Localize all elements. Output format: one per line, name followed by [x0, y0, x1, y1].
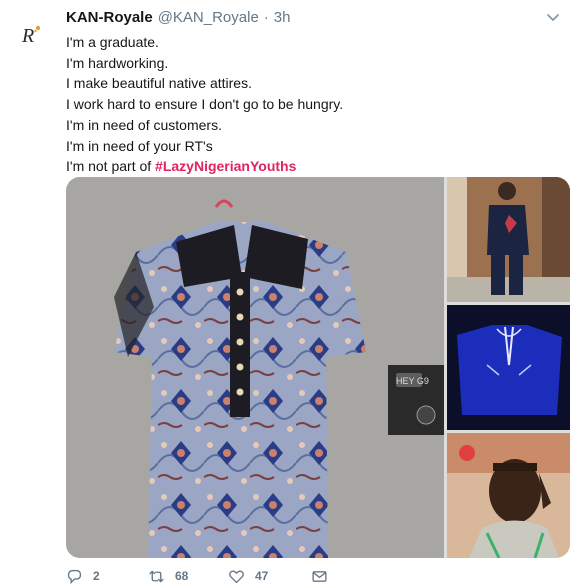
retweet-button[interactable]: 68: [148, 568, 188, 585]
hashtag-link[interactable]: #LazyNigerianYouths: [155, 158, 296, 174]
tweet-line: I'm in need of customers.: [66, 116, 222, 133]
like-count: 47: [255, 569, 269, 583]
tweet-timestamp[interactable]: 3h: [274, 9, 291, 26]
author-handle[interactable]: @KAN_Royale: [158, 9, 259, 26]
retweet-count: 68: [175, 569, 189, 583]
envelope-icon: [312, 570, 327, 582]
tweet-line: I'm a graduate.: [66, 34, 159, 50]
svg-text:HEY G9: HEY G9: [396, 376, 429, 386]
direct-message-button[interactable]: [311, 568, 338, 585]
heart-icon: [229, 569, 244, 583]
embroidered-blue-attire-photo[interactable]: [447, 305, 570, 430]
separator-dot: ·: [263, 9, 269, 26]
like-button[interactable]: 47: [228, 568, 268, 585]
kan-royale-logo-icon: R: [21, 25, 41, 47]
reply-count: 2: [93, 569, 100, 583]
person-wearing-native-attire-photo[interactable]: [447, 177, 570, 302]
tweet-line: I'm in need of your RT's: [66, 137, 213, 154]
author-name[interactable]: KAN-Royale: [66, 9, 153, 26]
chevron-down-icon[interactable]: [546, 13, 560, 23]
reply-icon: [67, 569, 82, 584]
tweet-line: I'm hardworking.: [66, 54, 169, 71]
retweet-icon: [149, 569, 164, 583]
tweet-line-last: I'm not part of #LazyNigerianYouths: [66, 156, 536, 177]
tweet-line: I work hard to ensure I don't go to be h…: [66, 96, 344, 113]
native-attire-shirt-photo[interactable]: HEY G9: [66, 177, 444, 558]
tailor-selfie-photo[interactable]: [447, 433, 570, 558]
media-grid: HEY G9: [66, 177, 570, 558]
tweet-text: I'm a graduate. I'm hardworking. I make …: [66, 32, 536, 177]
tweet-line: I make beautiful native attires.: [66, 75, 252, 92]
reply-button[interactable]: 2: [66, 568, 100, 585]
avatar[interactable]: R: [14, 18, 48, 52]
tweet-line-prefix: I'm not part of: [66, 158, 156, 175]
tweet-header: KAN-Royale @KAN_Royale · 3h: [66, 9, 560, 29]
svg-text:R: R: [21, 25, 34, 47]
